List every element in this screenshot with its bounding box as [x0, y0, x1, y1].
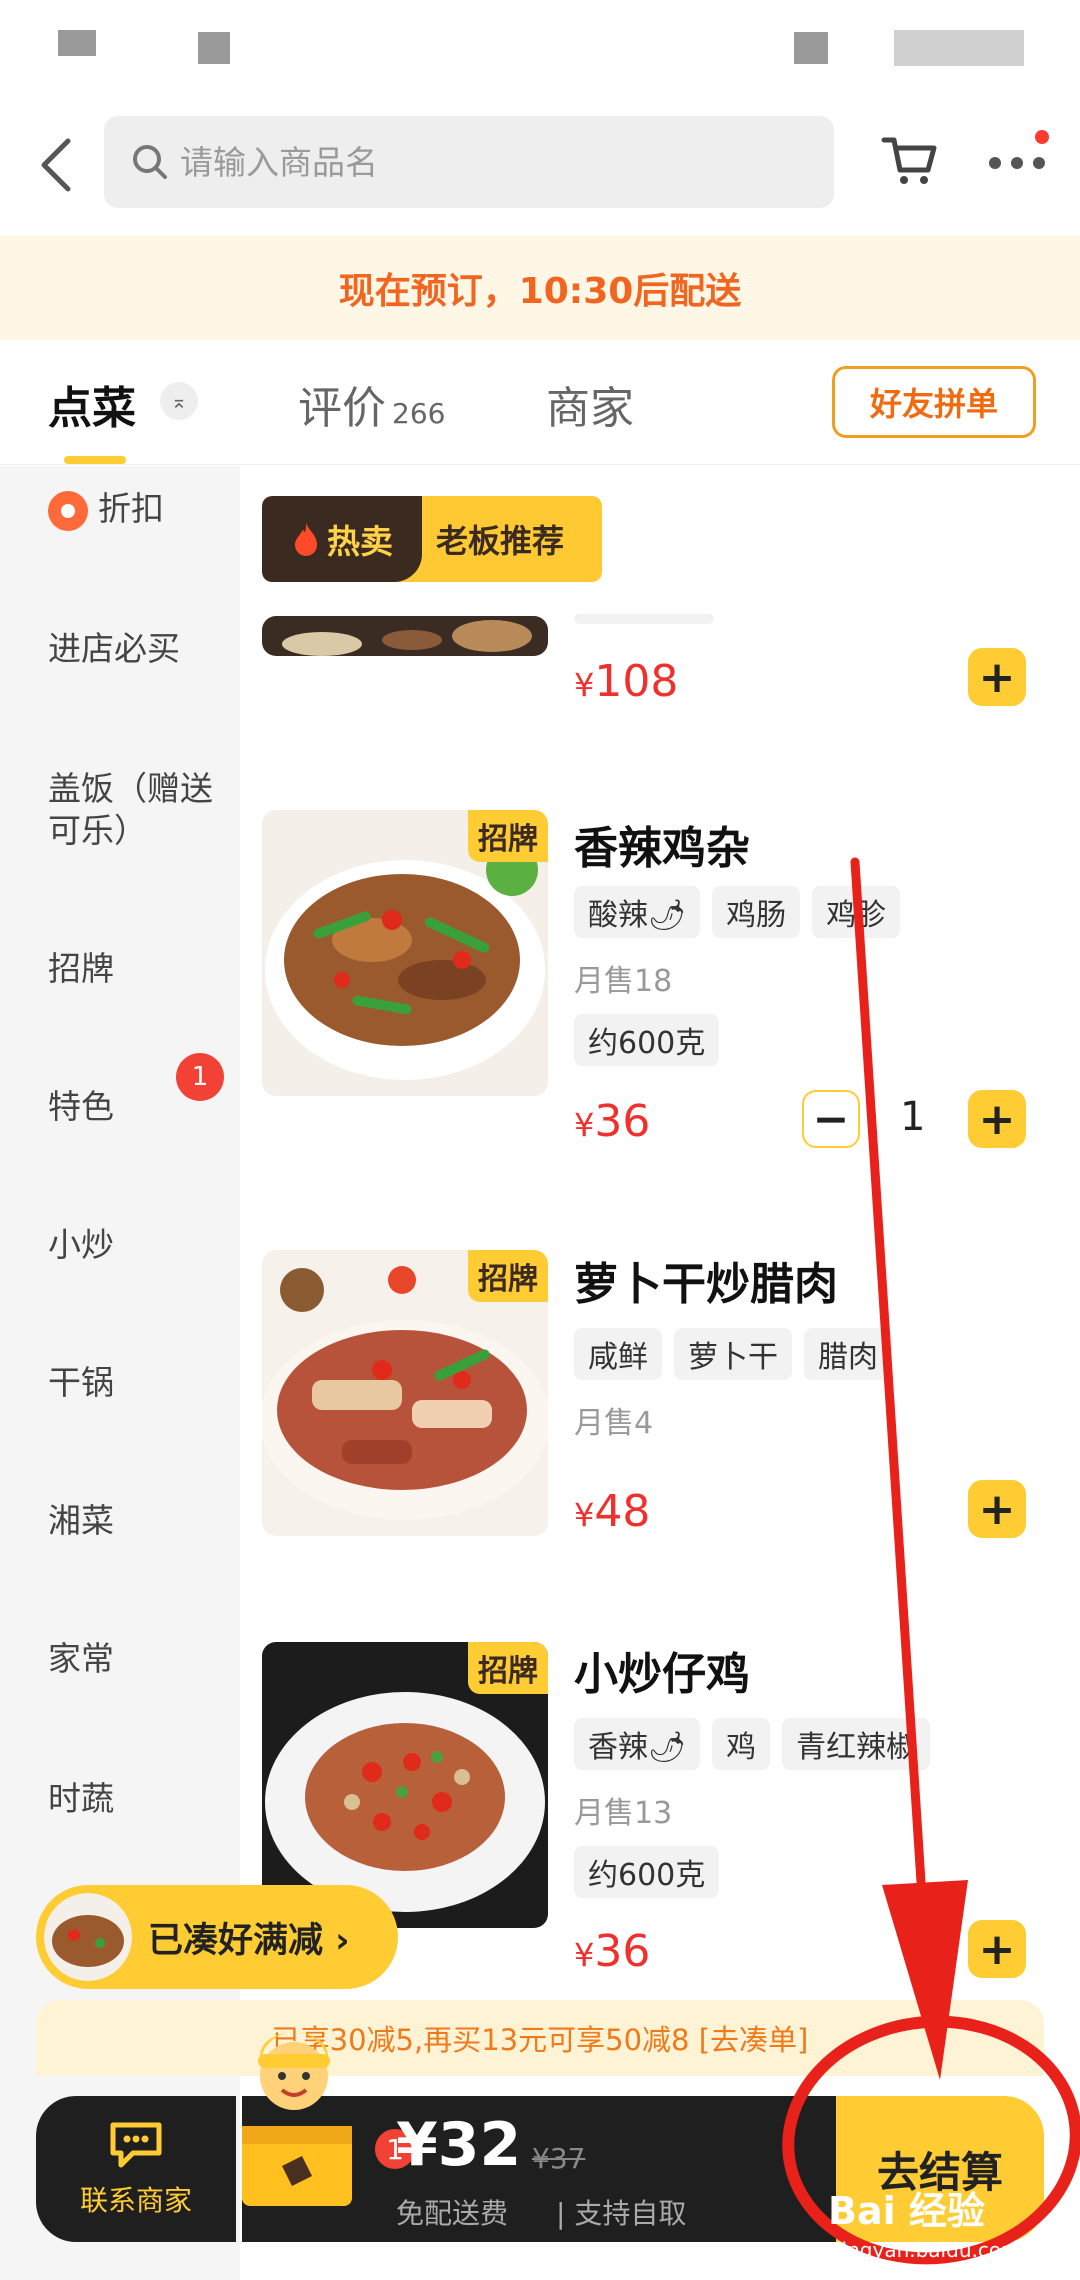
- sidebar-item-vegetables[interactable]: 时蔬: [48, 1778, 218, 1820]
- promo-text: 已凑好满减 ›: [148, 1920, 350, 1961]
- cart-button[interactable]: [880, 130, 940, 190]
- dish-image[interactable]: 招牌: [262, 810, 548, 1096]
- dish-tag: 鸡胗: [812, 886, 901, 938]
- more-button[interactable]: [985, 138, 1055, 188]
- add-button[interactable]: +: [968, 1920, 1026, 1978]
- dish-price: ¥108: [574, 656, 679, 707]
- tab-reviews[interactable]: 评价 266: [298, 372, 445, 436]
- cart-summary[interactable]: 1 ¥32 ¥37 免配送费 | 支持自取: [242, 2032, 836, 2242]
- dish-weight: 约600克: [574, 1014, 720, 1066]
- group-order-button[interactable]: 好友拼单: [832, 366, 1036, 438]
- cart-icon: [881, 137, 937, 184]
- review-count: 266: [392, 397, 446, 430]
- dish-tags: 香辣🌶 鸡 青红辣椒: [574, 1718, 931, 1770]
- tab-reviews-label: 评价: [298, 383, 386, 434]
- contact-merchant-button[interactable]: 联系商家: [36, 2096, 236, 2242]
- sidebar-count-badge: 1: [176, 1053, 224, 1101]
- free-delivery-label: 免配送费: [396, 2197, 509, 2230]
- tab-underline: [64, 456, 126, 464]
- sidebar-item-signature[interactable]: 招牌: [48, 948, 218, 990]
- preorder-banner: 现在预订，10:30后配送: [0, 235, 1080, 340]
- dish-tag: 咸鲜: [574, 1328, 662, 1380]
- collapse-icon[interactable]: ⌅: [160, 382, 198, 420]
- tab-bar: 点菜 ⌅ 评价 266 商家 好友拼单: [0, 340, 1080, 465]
- search-input[interactable]: [180, 142, 780, 182]
- minus-button[interactable]: −: [802, 1090, 860, 1148]
- sidebar-item-must-buy[interactable]: 进店必买: [48, 628, 218, 670]
- more-icon: [989, 157, 1045, 169]
- hot-sale-label: 热卖: [262, 496, 422, 582]
- dish-sales: 月售13: [574, 1796, 673, 1831]
- battery-icon: [894, 30, 1024, 66]
- add-button[interactable]: +: [968, 1090, 1026, 1148]
- recommend-label: 老板推荐: [436, 522, 565, 560]
- cart-total: ¥32: [396, 2110, 522, 2180]
- sidebar-item-hunan[interactable]: 湘菜: [48, 1500, 218, 1542]
- dish-image[interactable]: 招牌: [262, 1250, 548, 1536]
- dish-image: [262, 616, 548, 656]
- contact-label: 联系商家: [79, 2184, 192, 2217]
- watermark-url: jingyan.baidu.com: [836, 2238, 1021, 2262]
- quantity: 1: [900, 1094, 926, 1140]
- dish-sales: 月售4: [574, 1406, 654, 1441]
- hot-sale-header: 热卖 老板推荐: [262, 496, 602, 582]
- dish-name: 萝卜干炒腊肉: [574, 1259, 838, 1310]
- dish-tag: 腊肉: [804, 1328, 892, 1380]
- chat-icon: [110, 2122, 162, 2168]
- self-pickup-label: | 支持自取: [556, 2197, 687, 2230]
- dish-weight: 约600克: [574, 1846, 720, 1898]
- dish-price: ¥36: [574, 1096, 651, 1147]
- dish-name: 香辣鸡杂: [574, 823, 750, 874]
- tab-merchant[interactable]: 商家: [546, 372, 634, 436]
- cart-original-price: ¥37: [532, 2142, 586, 2175]
- sidebar-item-rice[interactable]: 盖饭（赠送可乐）: [48, 768, 218, 852]
- dish-price: ¥36: [574, 1926, 651, 1977]
- dish-tag: 香辣🌶: [574, 1718, 701, 1770]
- sidebar-item-stir-fry[interactable]: 小炒: [48, 1224, 218, 1266]
- add-button[interactable]: +: [968, 1480, 1026, 1538]
- status-icon: [58, 30, 96, 56]
- dish-sales: 月售18: [574, 964, 673, 999]
- signature-badge: 招牌: [468, 810, 548, 862]
- search-bar[interactable]: [104, 116, 834, 208]
- dish-tag: 鸡: [712, 1718, 771, 1770]
- dish-tag: 鸡肠: [712, 886, 801, 938]
- dish-price: ¥48: [574, 1486, 651, 1537]
- promo-thumbnail: [44, 1893, 132, 1981]
- notification-dot: [1035, 130, 1049, 144]
- tab-order[interactable]: 点菜: [48, 372, 136, 436]
- sidebar-item-dry-pot[interactable]: 干锅: [48, 1362, 218, 1404]
- watermark-logo: Bai 经验: [828, 2189, 985, 2233]
- status-bar: [0, 0, 1080, 90]
- tag-partial: [574, 614, 714, 624]
- dish-tags: 酸辣🌶 鸡肠 鸡胗: [574, 886, 901, 938]
- promo-pill[interactable]: 已凑好满减 ›: [36, 1885, 398, 1989]
- discount-icon: [48, 490, 88, 531]
- header-bar: [0, 90, 1080, 235]
- dish-tag: 酸辣🌶: [574, 886, 701, 938]
- discount-info-bar[interactable]: 已享30减5,再买13元可享50减8 [去凑单]: [36, 2000, 1044, 2076]
- status-icon: [198, 32, 230, 64]
- chevron-left-icon: [41, 138, 71, 192]
- dish-tags: 咸鲜 萝卜干 腊肉: [574, 1328, 892, 1380]
- add-button[interactable]: +: [968, 648, 1026, 706]
- sidebar-item-home-style[interactable]: 家常: [48, 1638, 218, 1680]
- dish-tag: 萝卜干: [674, 1328, 792, 1380]
- sidebar-item-discount[interactable]: 折扣: [48, 488, 218, 531]
- dish-tag: 青红辣椒: [782, 1718, 931, 1770]
- dish-name: 小炒仔鸡: [574, 1649, 750, 1700]
- signature-badge: 招牌: [468, 1642, 548, 1694]
- back-button[interactable]: [26, 130, 86, 200]
- search-icon: [133, 145, 167, 179]
- sidebar-item-label: 折扣: [98, 489, 164, 528]
- preorder-text: 现在预订，10:30后配送: [338, 270, 742, 312]
- fire-icon: [295, 523, 317, 556]
- status-icon: [794, 32, 828, 64]
- signature-badge: 招牌: [468, 1250, 548, 1302]
- delivery-mascot-icon: [242, 2032, 352, 2206]
